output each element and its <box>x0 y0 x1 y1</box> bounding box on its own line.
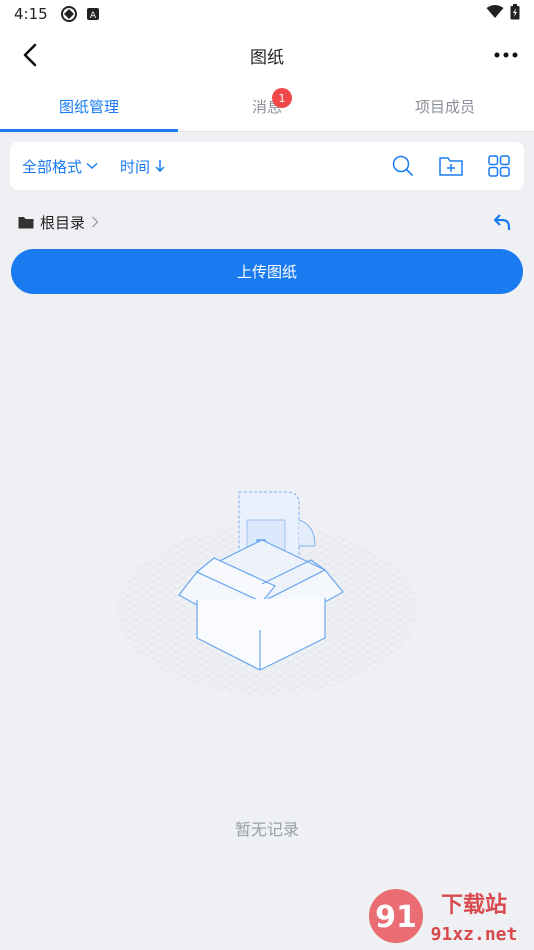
grid-view-icon <box>488 155 510 177</box>
arrow-down-icon <box>155 160 165 173</box>
svg-text:A: A <box>90 11 97 21</box>
back-button[interactable] <box>16 41 44 69</box>
chevron-right-icon <box>92 216 99 228</box>
tab-bar: 图纸管理 消息 项目成员 1 <box>0 82 534 132</box>
sort-label: 时间 <box>120 157 151 176</box>
chevron-down-icon <box>86 162 98 170</box>
more-button[interactable] <box>492 41 520 69</box>
wifi-icon <box>486 5 504 23</box>
tab-drawing-management[interactable]: 图纸管理 <box>0 82 178 132</box>
app-bar: 图纸 <box>0 28 534 82</box>
battery-icon <box>510 4 520 24</box>
page-title: 图纸 <box>250 47 284 68</box>
breadcrumb-root: 根目录 <box>40 213 86 232</box>
empty-box-illustration <box>117 491 417 695</box>
search-button[interactable] <box>390 153 416 179</box>
status-bar: 4:15 A <box>0 0 534 28</box>
upload-drawing-label: 上传图纸 <box>236 264 297 281</box>
message-badge: 1 <box>272 88 292 108</box>
empty-state-text: 暂无记录 <box>234 820 299 839</box>
breadcrumb[interactable]: 根目录 <box>18 210 99 234</box>
format-filter-label: 全部格式 <box>22 157 83 176</box>
grid-view-button[interactable] <box>486 153 512 179</box>
tab-label: 图纸管理 <box>58 98 119 116</box>
svg-text:91xz.net: 91xz.net <box>431 924 518 945</box>
new-folder-icon <box>439 157 463 176</box>
return-up-icon <box>493 214 511 230</box>
format-filter-dropdown[interactable]: 全部格式 <box>22 156 98 177</box>
tab-messages[interactable]: 消息 <box>178 82 356 131</box>
sort-time-button[interactable]: 时间 <box>120 156 166 177</box>
search-icon <box>392 155 413 176</box>
svg-text:下载站: 下载站 <box>441 892 507 918</box>
tab-label: 项目成员 <box>414 98 475 116</box>
filter-bar: 全部格式 时间 <box>10 142 524 190</box>
status-time: 4:15 <box>14 5 48 23</box>
location-icon <box>60 5 78 23</box>
upload-drawing-button[interactable]: 上传图纸 <box>11 249 523 294</box>
back-arrow-icon <box>23 43 37 67</box>
svg-text:91: 91 <box>375 900 417 935</box>
parent-folder-button[interactable] <box>490 210 514 234</box>
watermark-logo: 91 下载站 91xz.net <box>369 889 518 945</box>
tab-project-members[interactable]: 项目成员 <box>356 82 534 131</box>
folder-icon <box>18 216 34 228</box>
new-folder-button[interactable] <box>438 153 464 179</box>
more-dots-icon <box>494 52 518 58</box>
a-badge-icon: A <box>86 7 100 21</box>
